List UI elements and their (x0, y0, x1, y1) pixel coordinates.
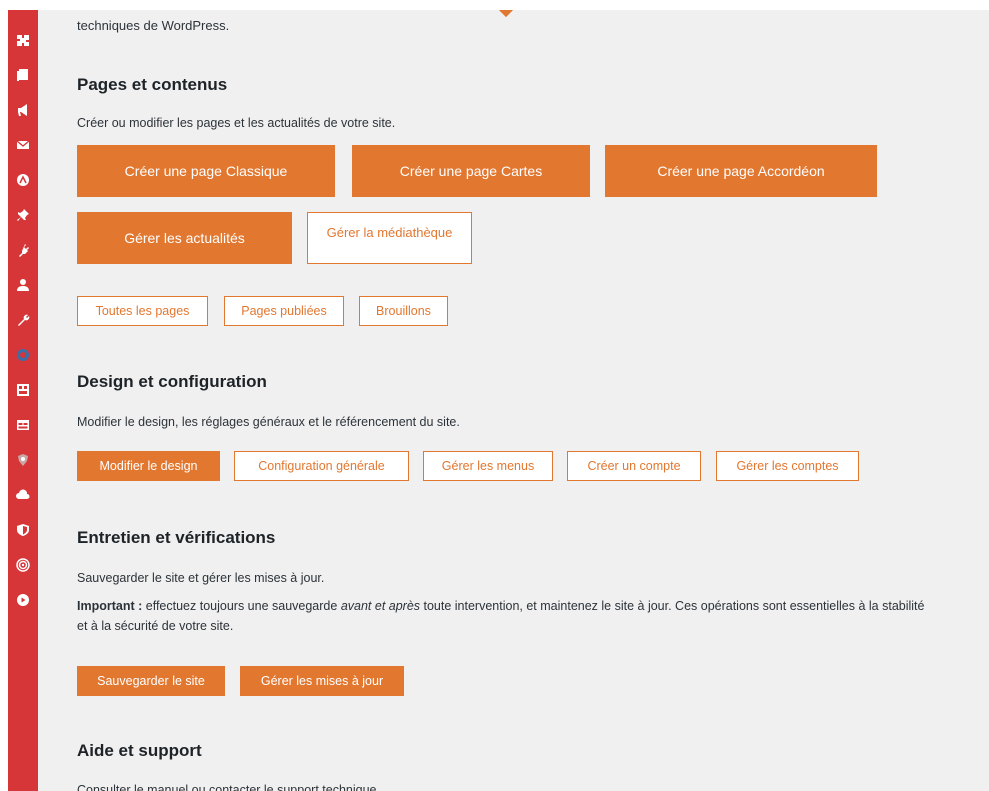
plug-icon[interactable] (8, 232, 38, 267)
section-title-pages: Pages et contenus (77, 75, 228, 94)
section-title-support: Aide et support (77, 741, 202, 760)
important-notice: Important : effectuez toujours une sauve… (77, 596, 937, 636)
intro-text: techniques de WordPress. (77, 18, 230, 33)
important-text-pre: effectuez toujours une sauvegarde (142, 599, 341, 613)
create-cards-page-button[interactable]: Créer une page Cartes (352, 145, 590, 197)
edit-design-button[interactable]: Modifier le design (77, 451, 220, 481)
window: techniques de WordPress. Pages et conten… (0, 0, 989, 791)
drafts-button[interactable]: Brouillons (359, 296, 448, 326)
pages-icon[interactable] (8, 57, 38, 92)
manage-news-button[interactable]: Gérer les actualités (77, 212, 292, 264)
section-title-maintenance: Entretien et vérifications (77, 528, 276, 547)
manage-updates-button[interactable]: Gérer les mises à jour (240, 666, 404, 696)
megaphone-icon[interactable] (8, 92, 38, 127)
shield-icon[interactable] (8, 512, 38, 547)
main-content: techniques de WordPress. Pages et conten… (38, 10, 989, 791)
puzzle-icon[interactable] (8, 22, 38, 57)
gauge-icon[interactable] (8, 162, 38, 197)
manage-accounts-button[interactable]: Gérer les comptes (716, 451, 859, 481)
shield-crest-icon[interactable] (8, 442, 38, 477)
user-icon[interactable] (8, 267, 38, 302)
published-pages-button[interactable]: Pages publiées (224, 296, 344, 326)
create-account-button[interactable]: Créer un compte (567, 451, 701, 481)
section-desc-pages: Créer ou modifier les pages et les actua… (77, 116, 396, 130)
grid-icon[interactable] (8, 372, 38, 407)
wrench-icon[interactable] (8, 302, 38, 337)
manage-media-button[interactable]: Gérer la médiathèque (307, 212, 472, 264)
important-emphasis: avant et après (340, 599, 421, 613)
section-desc-design: Modifier le design, les réglages générau… (77, 415, 460, 429)
create-classic-page-button[interactable]: Créer une page Classique (77, 145, 335, 197)
pin-icon[interactable] (8, 197, 38, 232)
manage-menus-button[interactable]: Gérer les menus (423, 451, 553, 481)
scroll-marker (498, 10, 514, 18)
important-label: Important : (77, 599, 143, 613)
wifi-icon[interactable] (8, 547, 38, 582)
circle-plugin-icon[interactable] (8, 337, 38, 372)
create-accordion-page-button[interactable]: Créer une page Accordéon (605, 145, 877, 197)
admin-sidebar (8, 10, 38, 791)
backup-site-button[interactable]: Sauvegarder le site (77, 666, 225, 696)
section-desc-support: Consulter le manuel ou contacter le supp… (77, 783, 380, 791)
all-pages-button[interactable]: Toutes les pages (77, 296, 208, 326)
play-icon[interactable] (8, 582, 38, 617)
general-config-button[interactable]: Configuration générale (234, 451, 409, 481)
cloud-icon[interactable] (8, 477, 38, 512)
mail-icon[interactable] (8, 127, 38, 162)
section-desc-maintenance: Sauvegarder le site et gérer les mises à… (77, 571, 325, 585)
layout-icon[interactable] (8, 407, 38, 442)
section-title-design: Design et configuration (77, 372, 267, 391)
